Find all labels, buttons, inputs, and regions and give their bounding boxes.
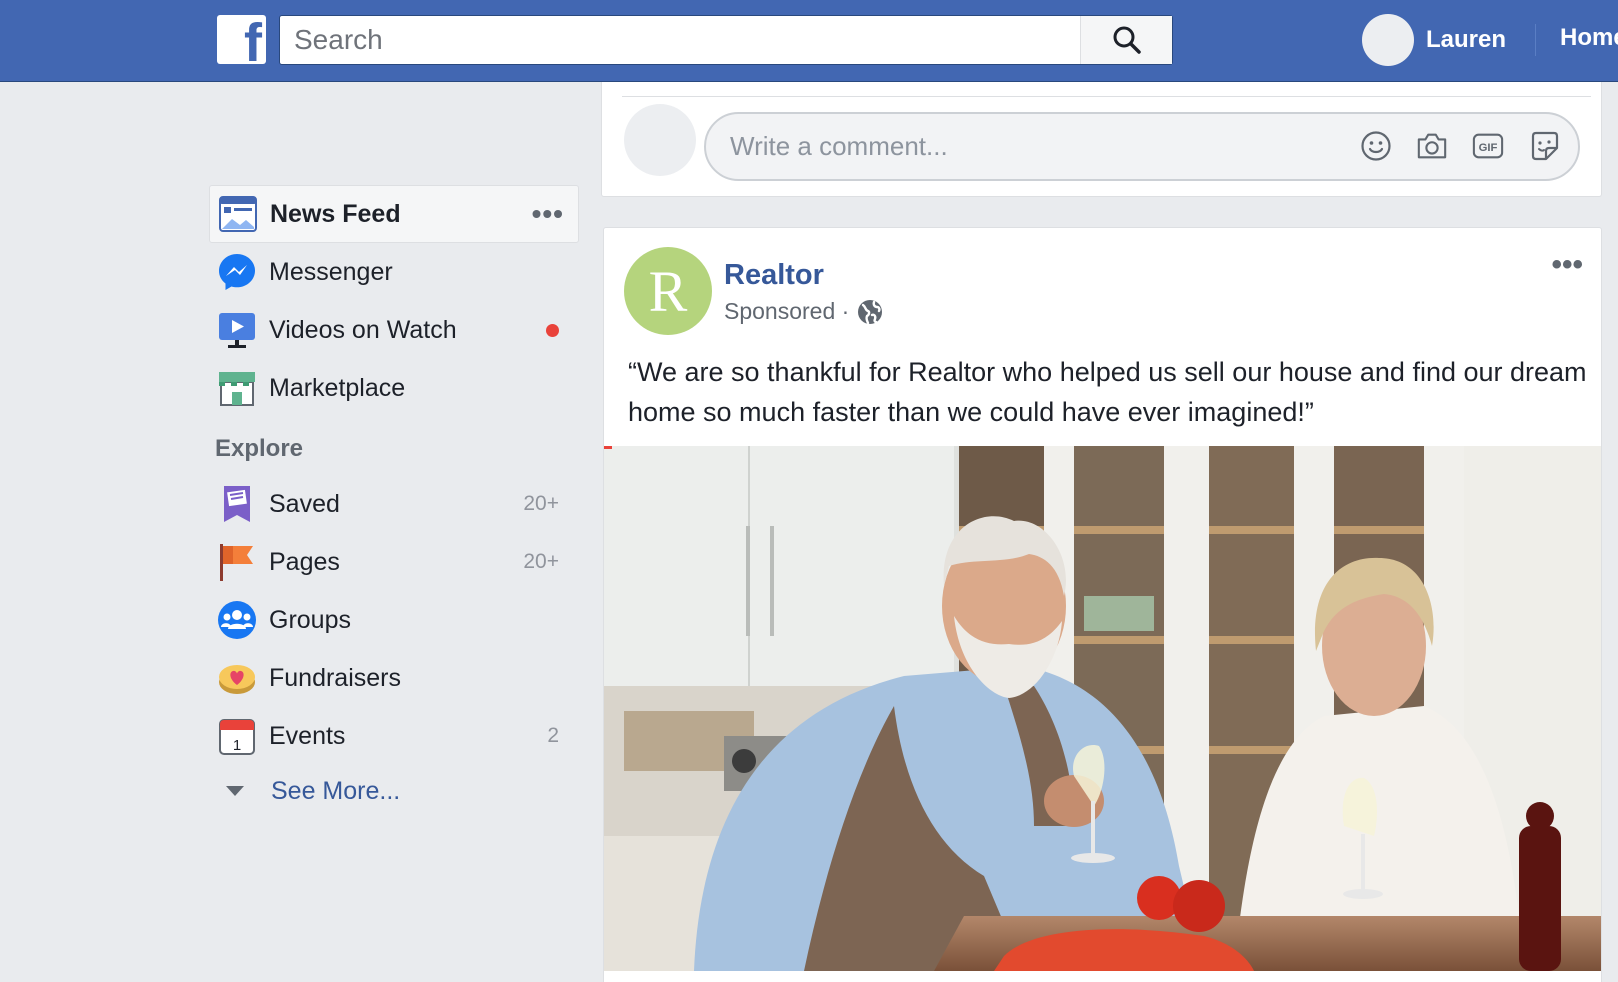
sidebar-item-label: Fundraisers bbox=[269, 663, 401, 692]
photo-progress-mark bbox=[604, 446, 612, 449]
sidebar-item-label: Groups bbox=[269, 605, 351, 634]
item-count: 2 bbox=[547, 724, 559, 747]
sidebar-item-news-feed[interactable]: News Feed ••• bbox=[209, 185, 579, 243]
item-count: 20+ bbox=[523, 492, 559, 515]
svg-text:GIF: GIF bbox=[1479, 142, 1498, 154]
page-avatar[interactable]: R bbox=[624, 247, 712, 335]
marketplace-icon bbox=[217, 368, 257, 408]
saved-icon bbox=[217, 484, 257, 524]
page-name-link[interactable]: Realtor bbox=[724, 259, 824, 292]
sidebar-item-label: Messenger bbox=[269, 257, 393, 286]
sidebar-item-label: Marketplace bbox=[269, 373, 406, 402]
see-more-link[interactable]: See More... bbox=[209, 765, 579, 817]
explore-heading: Explore bbox=[215, 435, 304, 462]
sidebar-item-label: Saved bbox=[269, 489, 340, 518]
search-icon bbox=[1113, 26, 1141, 54]
post-text: “We are so thankful for Realtor who help… bbox=[628, 357, 1587, 427]
sidebar-item-label: News Feed bbox=[270, 199, 401, 228]
messenger-icon bbox=[217, 252, 257, 292]
profile-name: Lauren bbox=[1426, 26, 1507, 53]
see-more-label: See More... bbox=[271, 776, 401, 805]
home-link[interactable]: Home bbox=[1560, 24, 1618, 52]
more-options-icon[interactable]: ••• bbox=[532, 198, 564, 230]
profile-link[interactable]: Lauren bbox=[1362, 14, 1506, 66]
notification-dot bbox=[546, 323, 559, 337]
sponsored-line: Sponsored · bbox=[724, 298, 883, 325]
divider bbox=[622, 96, 1591, 97]
events-calendar-icon: 1 bbox=[217, 716, 257, 756]
sidebar-item-fundraisers[interactable]: Fundraisers bbox=[209, 649, 579, 707]
sidebar-item-saved[interactable]: Saved 20+ bbox=[209, 475, 579, 533]
left-sidebar: News Feed ••• Messenger Videos on Watch bbox=[209, 185, 579, 817]
gif-icon[interactable]: GIF bbox=[1472, 129, 1504, 163]
top-bar: f Lauren Home bbox=[0, 0, 1618, 82]
facebook-logo-icon[interactable]: f bbox=[217, 15, 266, 64]
sidebar-item-groups[interactable]: Groups bbox=[209, 591, 579, 649]
watch-icon bbox=[217, 310, 257, 350]
groups-icon bbox=[217, 600, 257, 640]
sidebar-item-videos-on-watch[interactable]: Videos on Watch bbox=[209, 301, 579, 359]
post-options-icon[interactable]: ••• bbox=[1551, 248, 1583, 282]
sidebar-item-label: Videos on Watch bbox=[269, 315, 457, 344]
avatar bbox=[624, 104, 696, 176]
item-count: 20+ bbox=[523, 550, 559, 573]
comment-input[interactable] bbox=[730, 114, 1310, 179]
sidebar-item-label: Events bbox=[269, 721, 346, 750]
comment-composer: GIF bbox=[601, 82, 1602, 197]
pages-flag-icon bbox=[217, 542, 257, 582]
sponsored-post: R Realtor Sponsored · ••• “We are so tha… bbox=[603, 227, 1602, 982]
sponsored-label[interactable]: Sponsored · bbox=[724, 298, 849, 325]
search-input[interactable] bbox=[280, 16, 1080, 64]
kitchen-couple-photo bbox=[604, 446, 1601, 971]
comment-actions: GIF bbox=[1360, 129, 1560, 163]
post-photo[interactable] bbox=[604, 446, 1601, 971]
camera-icon[interactable] bbox=[1416, 129, 1448, 163]
emoji-icon[interactable] bbox=[1360, 129, 1392, 163]
svg-text:1: 1 bbox=[233, 737, 241, 754]
topbar-divider bbox=[1535, 24, 1536, 56]
sidebar-item-events[interactable]: 1 Events 2 bbox=[209, 707, 579, 765]
sticker-icon[interactable] bbox=[1528, 129, 1560, 163]
fundraisers-icon bbox=[217, 658, 257, 698]
search-bar bbox=[279, 15, 1173, 65]
page-avatar-letter: R bbox=[648, 258, 688, 324]
globe-icon bbox=[858, 299, 883, 324]
chevron-down-icon bbox=[226, 786, 244, 796]
avatar bbox=[1362, 14, 1414, 66]
comment-box: GIF bbox=[704, 112, 1580, 181]
news-feed-icon bbox=[218, 194, 258, 234]
sidebar-item-label: Pages bbox=[269, 547, 340, 576]
sidebar-item-messenger[interactable]: Messenger bbox=[209, 243, 579, 301]
sidebar-item-pages[interactable]: Pages 20+ bbox=[209, 533, 579, 591]
sidebar-item-marketplace[interactable]: Marketplace bbox=[209, 359, 579, 417]
search-button[interactable] bbox=[1080, 16, 1172, 64]
